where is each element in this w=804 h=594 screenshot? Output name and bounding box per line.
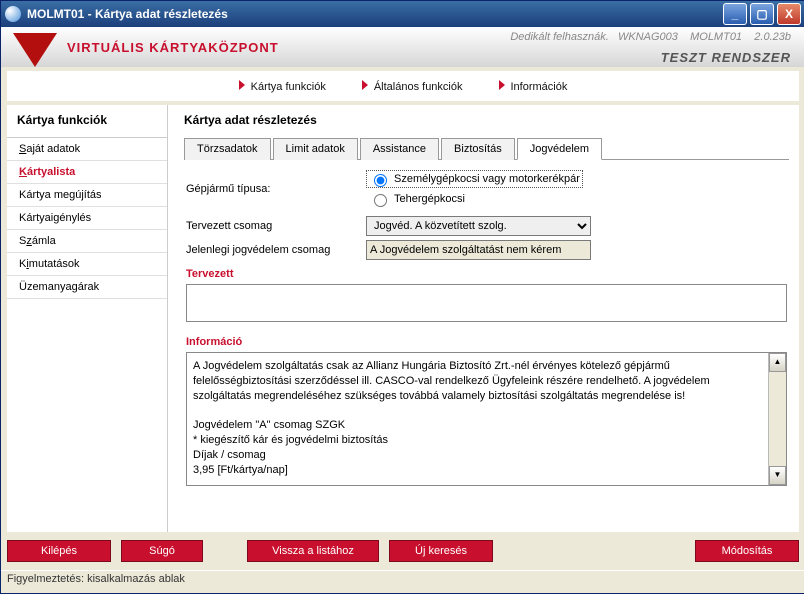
exit-button[interactable]: Kilépés [7, 540, 111, 562]
window-title: MOLMT01 - Kártya adat részletezés [27, 7, 720, 21]
planned-box [186, 284, 787, 322]
scroll-up-icon[interactable]: ▲ [769, 353, 786, 372]
content-area: Kártya adat részletezés Törzsadatok Limi… [168, 105, 799, 532]
tab-assistance[interactable]: Assistance [360, 138, 439, 160]
tab-master[interactable]: Törzsadatok [184, 138, 271, 160]
system-label: TESZT RENDSZER [661, 50, 791, 65]
brand-label: VIRTUÁLIS KÁRTYAKÖZPONT [67, 40, 279, 55]
new-search-button[interactable]: Új keresés [389, 540, 493, 562]
sidebar-item-fuel[interactable]: Üzemanyagárak [7, 276, 167, 299]
triangle-icon [362, 80, 368, 90]
maximize-button[interactable]: ▢ [750, 3, 774, 25]
nav-item-info[interactable]: Információk [499, 80, 568, 93]
banner: VIRTUÁLIS KÁRTYAKÖZPONT Dedikált felhasz… [1, 27, 804, 67]
planned-section: Tervezett [186, 268, 787, 280]
radio-truck[interactable]: Tehergépkocsi [366, 190, 583, 208]
app-window: MOLMT01 - Kártya adat részletezés _ ▢ X … [0, 0, 804, 594]
tab-limit[interactable]: Limit adatok [273, 138, 358, 160]
logo-icon [13, 33, 57, 67]
radio-passenger-input[interactable] [374, 174, 387, 187]
vehicle-type-label: Gépjármű típusa: [186, 183, 366, 195]
close-button[interactable]: X [777, 3, 801, 25]
button-bar: Kilépés Súgó Vissza a listához Új keresé… [1, 532, 804, 570]
scroll-track[interactable] [769, 372, 786, 466]
status-bar: Figyelmeztetés: kisalkalmazás ablak [1, 570, 804, 593]
info-section: Információ [186, 336, 787, 348]
current-value [366, 240, 591, 260]
user-label: Dedikált felhasznák. [510, 31, 608, 43]
sidebar-item-card-list[interactable]: Kártyalista [7, 161, 167, 184]
sidebar-item-own-data[interactable]: Saját adatok [7, 138, 167, 161]
app-icon [5, 6, 21, 22]
back-button[interactable]: Vissza a listához [247, 540, 379, 562]
scrollbar[interactable]: ▲ ▼ [768, 353, 786, 485]
app-version: 2.0.23b [754, 31, 791, 43]
triangle-icon [499, 80, 505, 90]
info-p2: Jogvédelem "A" csomag SZGK [193, 418, 758, 433]
tab-insurance[interactable]: Biztosítás [441, 138, 515, 160]
radio-passenger[interactable]: Személygépkocsi vagy motorkerékpár [366, 170, 583, 188]
page-title: Kártya adat részletezés [184, 113, 789, 127]
titlebar: MOLMT01 - Kártya adat részletezés _ ▢ X [1, 1, 804, 27]
planned-label: Tervezett csomag [186, 220, 366, 232]
app-code: MOLMT01 [690, 31, 742, 43]
top-nav: Kártya funkciók Általános funkciók Infor… [7, 71, 799, 101]
info-p5: 3,95 [Ft/kártya/nap] [193, 463, 758, 478]
sidebar-item-reports[interactable]: Kimutatások [7, 253, 167, 276]
nav-item-card[interactable]: Kártya funkciók [239, 80, 326, 93]
nav-item-general[interactable]: Általános funkciók [362, 80, 463, 93]
sidebar-item-request[interactable]: Kártyaigénylés [7, 207, 167, 230]
help-button[interactable]: Súgó [121, 540, 203, 562]
sidebar-item-invoice[interactable]: Számla [7, 230, 167, 253]
info-p3: * kiegészítő kár és jogvédelmi biztosítá… [193, 433, 758, 448]
current-label: Jelenlegi jogvédelem csomag [186, 244, 366, 256]
minimize-button[interactable]: _ [723, 3, 747, 25]
tab-legal[interactable]: Jogvédelem [517, 138, 602, 160]
info-box: A Jogvédelem szolgáltatás csak az Allian… [186, 352, 787, 486]
banner-meta: Dedikált felhasznák. WKNAG003 MOLMT01 2.… [510, 31, 791, 43]
form: Gépjármű típusa: Személygépkocsi vagy mo… [184, 160, 789, 486]
sidebar: Kártya funkciók Saját adatok Kártyalista… [7, 105, 168, 532]
info-p4: Díjak / csomag [193, 448, 758, 463]
user-id: WKNAG003 [618, 31, 678, 43]
tabs: Törzsadatok Limit adatok Assistance Bizt… [184, 137, 789, 160]
info-text: A Jogvédelem szolgáltatás csak az Allian… [193, 359, 758, 404]
scroll-down-icon[interactable]: ▼ [769, 466, 786, 485]
sidebar-title: Kártya funkciók [7, 105, 167, 138]
triangle-icon [239, 80, 245, 90]
modify-button[interactable]: Módosítás [695, 540, 799, 562]
radio-truck-input[interactable] [374, 194, 387, 207]
sidebar-item-renew[interactable]: Kártya megújítás [7, 184, 167, 207]
planned-select[interactable]: Jogvéd. A közvetített szolg. [366, 216, 591, 236]
